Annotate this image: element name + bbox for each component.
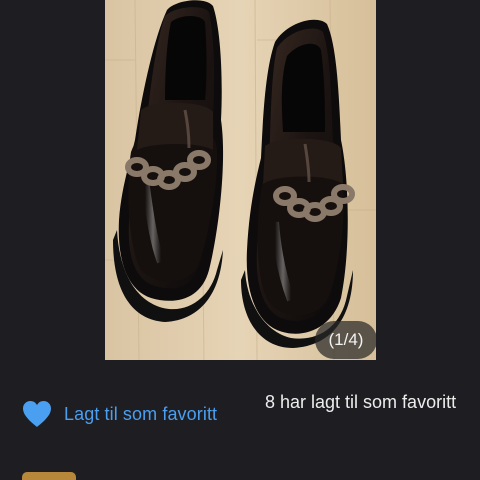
favorite-row: Lagt til som favoritt 8 har lagt til som… [0,360,480,460]
favorite-label: Lagt til som favoritt [64,403,218,424]
image-counter: (1/4) [315,321,376,359]
favorite-button[interactable]: Lagt til som favoritt [22,398,217,430]
favorite-count-text: 8 har lagt til som favoritt [265,392,457,412]
heart-icon [23,401,51,427]
listing-screen: (1/4) Lagt til som favoritt 8 har lagt t… [0,0,480,480]
product-photo[interactable]: (1/4) [105,0,376,360]
shoes-image [105,0,376,360]
bottom-badge [22,472,76,480]
